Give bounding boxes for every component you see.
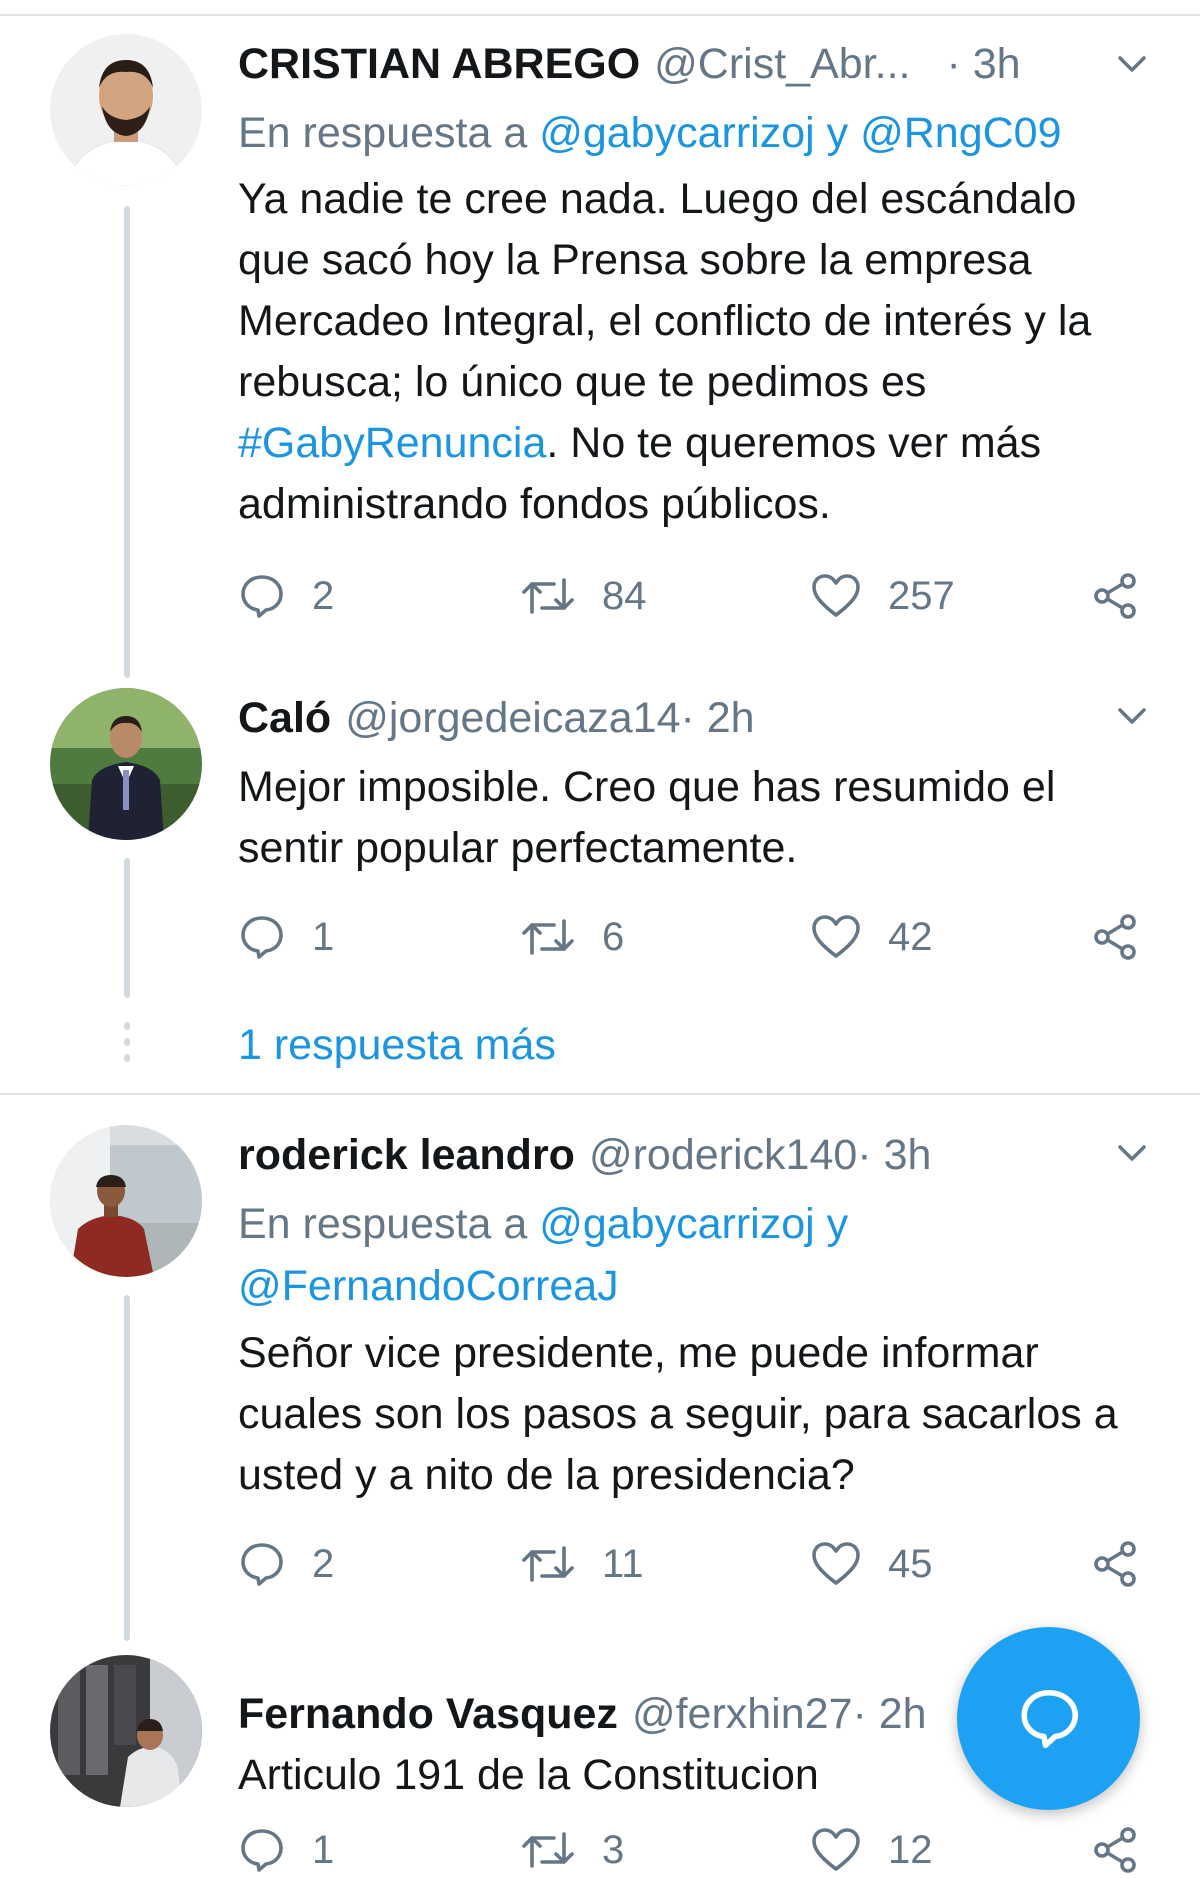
retweet-button[interactable]: 84 [520,566,647,626]
user-name[interactable]: CRISTIAN ABREGO [238,36,640,92]
tweet-header: Fernando Vasquez @ferxhin27 · 2h [238,1686,927,1742]
thread-line [124,206,130,678]
like-button[interactable]: 45 [810,1534,933,1594]
retweet-count: 3 [602,1827,625,1872]
share-icon [1094,914,1136,960]
tweet-header: Caló @jorgedeicaza14 · 2h [238,690,755,746]
user-name[interactable]: Fernando Vasquez [238,1686,618,1742]
tweet-time[interactable]: · 2h [681,690,755,746]
user-handle[interactable]: @roderick140 [589,1127,857,1183]
mention-link[interactable]: @gabycarrizoj [539,109,814,157]
reply-count: 1 [312,1827,335,1872]
like-count: 12 [888,1827,933,1872]
thread-line [124,858,130,998]
retweet-count: 6 [602,914,625,959]
retweet-icon [522,1832,574,1868]
reply-button[interactable]: 1 [238,1820,334,1880]
user-name[interactable]: Caló [238,690,331,746]
like-button[interactable]: 257 [810,566,955,626]
user-handle[interactable]: @jorgedeicaza14 [345,690,680,746]
compose-reply-icon [1020,1689,1078,1748]
reply-icon [241,1829,283,1872]
user-handle[interactable]: @ferxhin27 [632,1686,853,1742]
reply-count: 2 [312,1541,335,1586]
retweet-count: 84 [602,573,647,618]
mention-link[interactable]: @gabycarrizoj [539,1200,814,1248]
avatar-calo[interactable] [50,688,202,840]
retweet-button[interactable]: 6 [520,907,624,967]
tweet-time[interactable]: · 3h [946,36,1020,92]
retweet-button[interactable]: 11 [520,1534,644,1594]
reply-count: 1 [312,914,335,959]
thread-dots [122,1022,132,1070]
tweet-time[interactable]: · 3h [857,1127,931,1183]
show-more-replies-link[interactable]: 1 respuesta más [238,1015,556,1075]
like-button[interactable]: 12 [810,1820,933,1880]
avatar-roderick[interactable] [50,1125,202,1277]
tweet-actions: 1 6 42 [238,907,1158,967]
reply-count: 2 [312,573,335,618]
reply-button[interactable]: 2 [238,1534,334,1594]
chevron-down-icon[interactable] [1112,696,1152,736]
heart-icon [812,1542,860,1585]
reply-button[interactable]: 2 [238,566,334,626]
reply-context: En respuesta a @gabycarrizoj y @RngC09 [238,102,1138,164]
reply-and: y [814,1200,849,1248]
tweet-time[interactable]: · 2h [852,1686,926,1742]
reply-icon [241,575,283,618]
tweet-header: CRISTIAN ABREGO @Crist_Abr... · 3h [238,36,1021,92]
reply-icon [241,916,283,959]
reply-prefix: En respuesta a [238,109,540,157]
like-count: 257 [888,573,955,618]
mention-link[interactable]: @FernandoCorreaJ [238,1262,619,1310]
heart-icon [812,574,860,617]
reply-button[interactable]: 1 [238,907,334,967]
retweet-count: 11 [602,1541,644,1586]
share-icon [1094,1827,1136,1873]
tweet-actions: 2 11 45 [238,1534,1158,1594]
hashtag-link[interactable]: #GabyRenuncia [238,419,546,467]
tweet-actions: 2 84 257 [238,566,1158,626]
chevron-down-icon[interactable] [1112,44,1152,84]
like-count: 42 [888,914,933,959]
reply-context: En respuesta a @gabycarrizoj y @Fernando… [238,1193,958,1317]
tweet-header: roderick leandro @roderick140 · 3h [238,1127,931,1183]
tweet-text: Señor vice presidente, me puede informar… [238,1329,1118,1499]
share-button[interactable] [1092,1534,1166,1594]
tweet-text: Ya nadie te cree nada. Luego del escánda… [238,169,1158,535]
heart-icon [812,915,860,958]
share-icon [1094,573,1136,619]
tweet-actions: 1 3 12 [238,1820,1158,1880]
retweet-icon [522,919,574,955]
reply-icon [241,1543,283,1586]
tweet-text-part: Ya nadie te cree nada. Luego del escánda… [238,175,1092,406]
avatar-fernando[interactable] [50,1655,202,1807]
share-button[interactable] [1092,907,1166,967]
mention-link[interactable]: @RngC09 [860,109,1061,157]
thread-line [124,1295,130,1641]
like-count: 45 [888,1541,933,1586]
tweet-text: Mejor imposible. Creo que has resumido e… [238,763,1056,872]
thread-divider [0,1093,1200,1095]
heart-icon [812,1828,860,1871]
top-divider [0,14,1200,16]
retweet-icon [522,1546,574,1582]
chevron-down-icon[interactable] [1112,1133,1152,1173]
reply-and: y [814,109,861,157]
retweet-icon [522,578,574,614]
avatar-cristian[interactable] [50,34,202,186]
retweet-button[interactable]: 3 [520,1820,624,1880]
share-icon [1094,1541,1136,1587]
reply-prefix: En respuesta a [238,1200,540,1248]
like-button[interactable]: 42 [810,907,933,967]
user-handle[interactable]: @Crist_Abr... [654,36,910,92]
user-name[interactable]: roderick leandro [238,1127,575,1183]
share-button[interactable] [1092,1820,1166,1880]
share-button[interactable] [1092,566,1166,626]
compose-reply-button[interactable] [957,1627,1140,1810]
